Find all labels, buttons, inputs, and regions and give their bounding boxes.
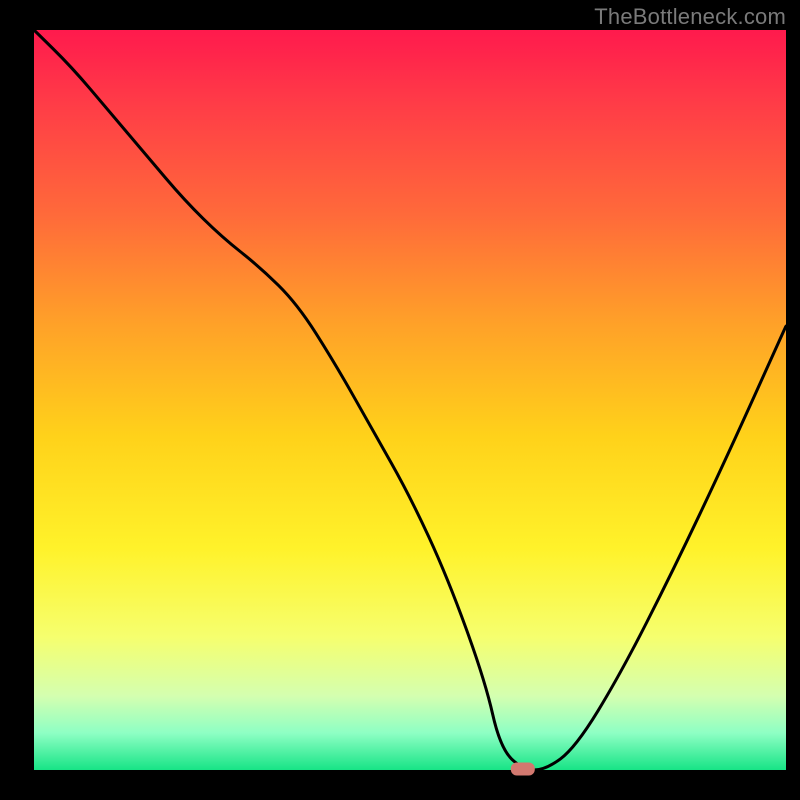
optimal-marker [511, 763, 535, 776]
chart-container: TheBottleneck.com [0, 0, 800, 800]
bottleneck-chart [0, 0, 800, 800]
attribution-label: TheBottleneck.com [594, 4, 786, 30]
plot-background [34, 30, 786, 770]
